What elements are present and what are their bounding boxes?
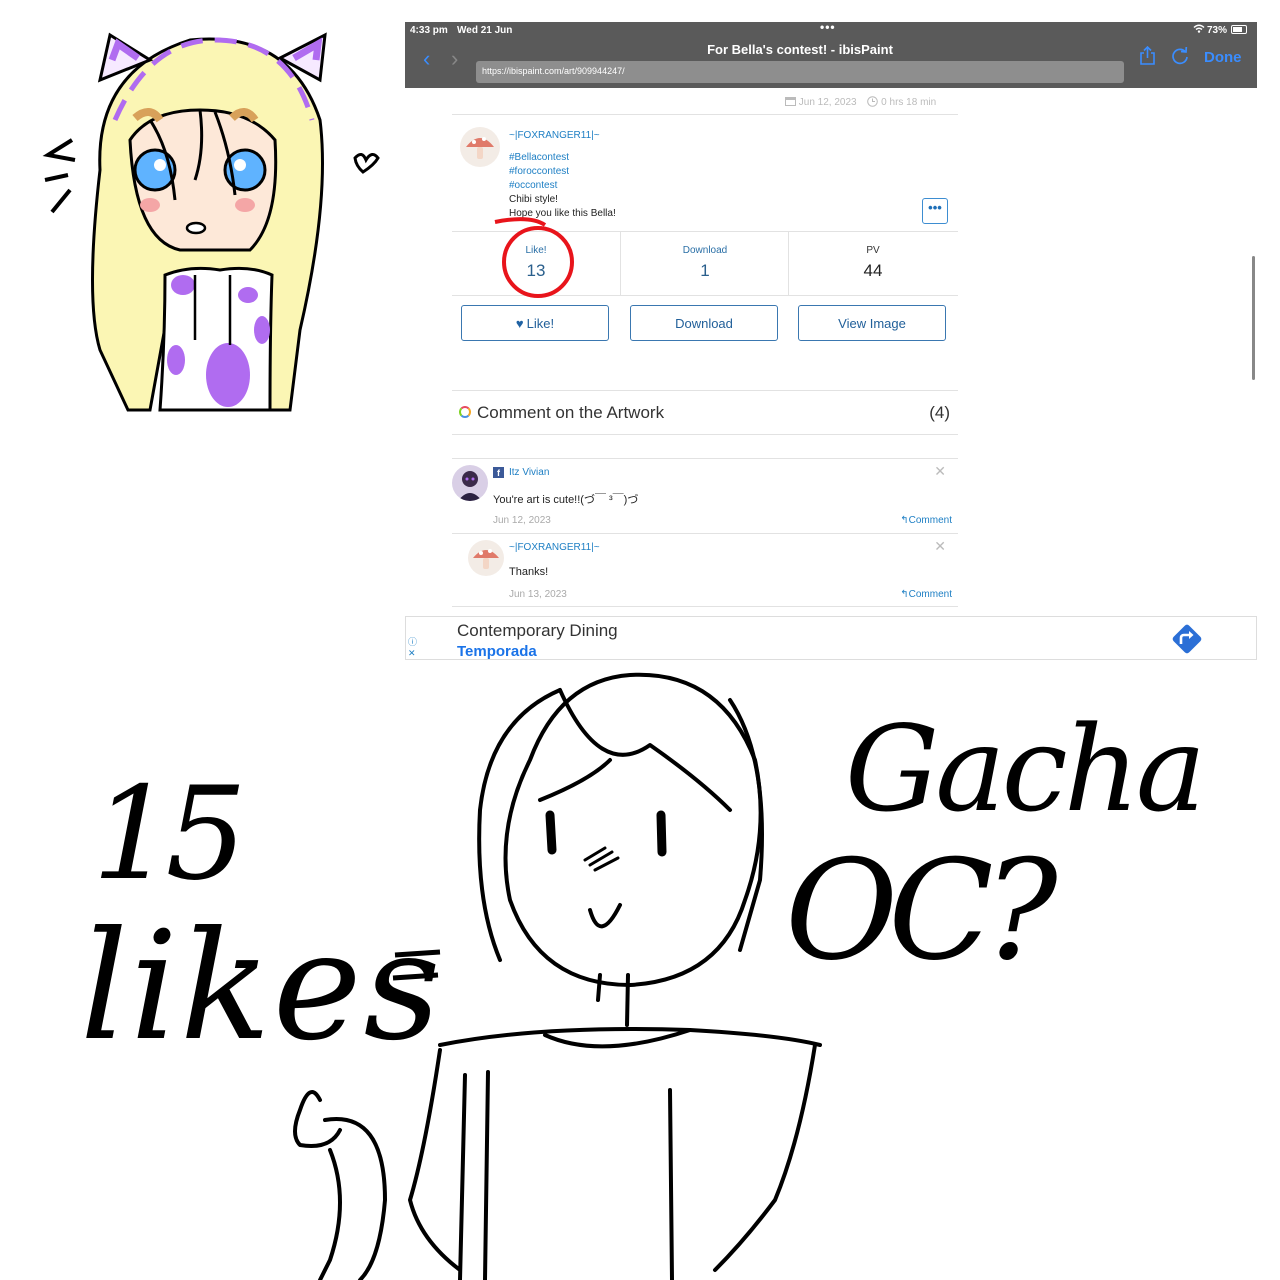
status-date: Wed 21 Jun (457, 25, 513, 36)
stat-likes-label: Like! (525, 245, 547, 256)
browser-window: 4:33 pm Wed 21 Jun ••• 73% ‹ › For Bella… (405, 20, 1257, 662)
comment-text: Thanks! (509, 566, 549, 578)
artwork-description: ~|FOXRANGER11|~ #Bellacontest #foroccont… (452, 114, 958, 232)
author-name-link[interactable]: ~|FOXRANGER11|~ (509, 130, 600, 141)
comment-text: You're art is cute!!(づ￣ ³￣)づ (493, 494, 639, 506)
commenter-avatar[interactable] (468, 540, 504, 576)
chibi-character-drawing (42, 32, 380, 412)
stat-downloads-value: 1 (700, 261, 710, 280)
browser-toolbar: 4:33 pm Wed 21 Jun ••• 73% ‹ › For Bella… (405, 20, 1257, 88)
artwork-date: Jun 12, 2023 (785, 96, 857, 108)
battery-percent: 73% (1206, 25, 1227, 36)
artwork-duration: 0 hrs 18 min (867, 96, 936, 108)
ad-subtitle[interactable]: Temporada (457, 643, 537, 660)
more-options-button[interactable]: ••• (922, 198, 948, 224)
handwritten-count: 15 (92, 760, 247, 909)
comment-reply-link[interactable]: ↰Comment (900, 589, 952, 600)
artwork-date-text: Jun 12, 2023 (798, 97, 857, 108)
artwork-stats: Like! 13 Download 1 PV 44 (452, 231, 958, 296)
share-icon[interactable] (1139, 45, 1156, 65)
page-title-text: For Bella's contest! - ibisPaint (707, 42, 893, 57)
close-icon[interactable]: ✕ (934, 463, 946, 480)
comment-reply-link[interactable]: ↰Comment (900, 515, 952, 526)
close-icon[interactable]: ✕ (934, 538, 946, 555)
view-image-button[interactable]: View Image (798, 305, 946, 341)
comment-reply-label: Comment (908, 589, 952, 600)
artwork-meta: Jun 12, 2023 0 hrs 18 min (785, 96, 944, 108)
reply-arrow-icon: ↰ (900, 589, 909, 600)
commenter-name-text: Itz Vivian (509, 467, 550, 478)
like-button-label: Like! (526, 316, 555, 331)
url-text: https://ibispaint.com/art/909944247/ (482, 66, 625, 76)
tag-link[interactable]: #foroccontest (509, 166, 569, 177)
tag-link[interactable]: #occontest (509, 180, 557, 191)
stat-downloads-label: Download (682, 245, 728, 256)
comment-section-header: Comment on the Artwork (4) (452, 390, 958, 435)
download-button[interactable]: Download (630, 305, 778, 341)
comment-reply-label: Comment (908, 515, 952, 526)
facebook-icon: f (493, 467, 504, 478)
ad-banner[interactable]: ⓘ ✕ Contemporary Dining Temporada (405, 616, 1257, 660)
stat-pv-value: 44 (863, 261, 883, 280)
comment-count: (4) (929, 403, 950, 422)
reload-icon[interactable] (1170, 46, 1190, 66)
like-button[interactable]: ♥ Like! (461, 305, 609, 341)
comment-date: Jun 12, 2023 (493, 515, 551, 526)
status-bar: 4:33 pm Wed 21 Jun ••• 73% (405, 20, 1257, 38)
stat-pv-label: PV (866, 245, 880, 256)
comment-item: f Itz Vivian You're art is cute!!(づ￣ ³￣)づ… (452, 458, 958, 534)
stat-downloads: Download 1 (620, 231, 789, 295)
commenter-name[interactable]: ~|FOXRANGER11|~ (509, 542, 600, 553)
battery-icon (1231, 25, 1247, 34)
artwork-duration-text: 0 hrs 18 min (881, 97, 937, 108)
heart-icon: ♥ (515, 316, 524, 331)
page-title: For Bella's contest! - ibisPaint (405, 42, 1195, 57)
commenter-avatar[interactable] (452, 465, 488, 501)
comment-section-title: Comment on the Artwork (477, 403, 665, 422)
handwritten-question-1: Gacha (845, 700, 1206, 838)
status-time: 4:33 pm (410, 25, 448, 36)
done-button[interactable]: Done (1204, 49, 1242, 66)
commenter-name[interactable]: f Itz Vivian (493, 467, 549, 478)
handwritten-word: likes (80, 900, 443, 1074)
url-bar[interactable]: https://ibispaint.com/art/909944247/ (476, 61, 1124, 83)
comment-item: ~|FOXRANGER11|~ Thanks! Jun 13, 2023 ↰Co… (452, 534, 958, 607)
color-ring-icon (459, 406, 471, 418)
reply-arrow-icon: ↰ (900, 515, 909, 526)
description-line: Chibi style! (509, 194, 558, 205)
ad-info-icon[interactable]: ⓘ ✕ (408, 637, 417, 659)
directions-icon[interactable] (1170, 622, 1204, 656)
description-line: Hope you like this Bella! (509, 208, 616, 219)
calendar-icon (785, 97, 796, 106)
clock-icon (867, 96, 879, 107)
stat-likes: Like! 13 (452, 231, 620, 295)
multitask-dots-icon[interactable]: ••• (820, 20, 836, 34)
stat-pv: PV 44 (788, 231, 957, 295)
ad-title[interactable]: Contemporary Dining (457, 621, 618, 641)
scrollbar[interactable] (1252, 256, 1255, 380)
wifi-icon (1193, 24, 1205, 36)
tag-link[interactable]: #Bellacontest (509, 152, 569, 163)
stat-likes-value: 13 (526, 261, 546, 280)
handwritten-question-2: OC? (785, 830, 1058, 991)
comment-date: Jun 13, 2023 (509, 589, 567, 600)
author-avatar[interactable] (460, 127, 500, 167)
